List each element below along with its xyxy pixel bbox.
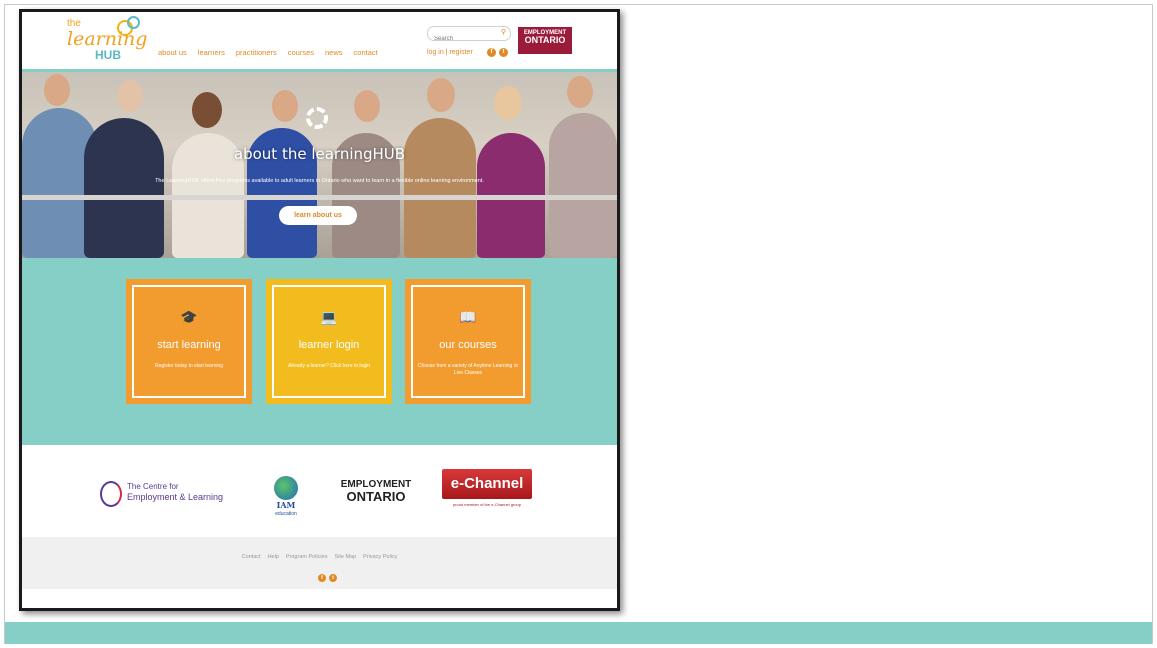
employment-ontario-partner-logo[interactable]: EMPLOYMENT ONTARIO: [334, 479, 418, 503]
footer-link-site-map[interactable]: Site Map: [334, 554, 356, 560]
footer-link-program-policies[interactable]: Program Policies: [286, 554, 328, 560]
slide-bottom-band: [5, 622, 1152, 644]
facebook-icon[interactable]: f: [318, 574, 326, 582]
search-box: ⚲: [427, 26, 511, 45]
website-screenshot: the learning HUB about us learners pract…: [19, 9, 620, 611]
logo-learning: learning: [67, 28, 148, 50]
tile-subtitle: Register today to start learning: [154, 363, 224, 369]
search-icon[interactable]: ⚲: [501, 28, 506, 36]
graduation-cap-icon: 🎓: [180, 309, 198, 325]
nav-courses[interactable]: courses: [288, 48, 314, 57]
search-input[interactable]: [428, 33, 494, 45]
learninghub-logo[interactable]: the learning HUB: [65, 16, 148, 64]
nav-practitioners[interactable]: practitioners: [236, 48, 277, 57]
footer-link-help[interactable]: Help: [268, 554, 279, 560]
tile-title: our courses: [439, 339, 497, 351]
tile-start-learning[interactable]: 🎓 start learning Register today to start…: [126, 279, 252, 404]
main-nav: about us learners practitioners courses …: [158, 48, 378, 57]
tiles-section: 🎓 start learning Register today to start…: [22, 258, 617, 445]
header-social: f t: [487, 48, 508, 57]
book-icon: 📖: [459, 309, 477, 325]
tile-our-courses[interactable]: 📖 our courses Choose from a variety of A…: [405, 279, 531, 404]
eo-partner-line2: ONTARIO: [346, 489, 406, 504]
tile-subtitle: Choose from a variety of Anytime Learnin…: [417, 363, 519, 376]
twitter-icon[interactable]: t: [329, 574, 337, 582]
site-header: the learning HUB about us learners pract…: [22, 12, 617, 72]
hero-title: about the learningHUB: [233, 145, 406, 163]
tile-subtitle: Already a learner? Click here to login: [288, 363, 370, 369]
footer-links: Contact Help Program Policies Site Map P…: [22, 554, 617, 560]
tile-learner-login[interactable]: 💻 learner login Already a learner? Click…: [266, 279, 392, 404]
centre-logo-line2: Employment & Learning: [127, 492, 224, 502]
tile-title: start learning: [157, 339, 221, 351]
footer-link-contact[interactable]: Contact: [242, 554, 261, 560]
partner-logos: The Centre for Employment & Learning IAM…: [22, 445, 617, 537]
globe-icon: [274, 476, 298, 500]
nav-about-us[interactable]: about us: [158, 48, 187, 57]
login-register-link[interactable]: log in | register: [427, 49, 473, 56]
e-channel-logo[interactable]: e-Channel: [442, 469, 532, 499]
employment-ontario-logo[interactable]: EMPLOYMENT ONTARIO: [518, 27, 572, 54]
hero-banner: about the learningHUB The LearningHUB of…: [22, 72, 617, 258]
iam-logo-text: IAM: [276, 500, 296, 510]
centre-employment-learning-logo[interactable]: The Centre for Employment & Learning: [100, 479, 240, 513]
nav-contact[interactable]: contact: [354, 48, 378, 57]
gear-icon: [306, 107, 328, 129]
iam-logo-sub: education: [275, 511, 297, 517]
eo-logo-line2: ONTARIO: [524, 35, 566, 45]
tile-title: learner login: [298, 339, 360, 351]
logo-hub: HUB: [95, 48, 121, 62]
laptop-icon: 💻: [320, 309, 338, 325]
e-channel-tagline: proud member of the e-Channel group: [452, 502, 522, 507]
centre-swirl-icon: [100, 481, 122, 507]
railing: [22, 195, 617, 200]
site-footer: Contact Help Program Policies Site Map P…: [22, 537, 617, 589]
centre-logo-line1: The Centre for: [127, 482, 179, 491]
iam-education-logo[interactable]: IAM education: [268, 468, 304, 518]
nav-news[interactable]: news: [325, 48, 343, 57]
learn-about-us-button[interactable]: learn about us: [279, 206, 357, 225]
facebook-icon[interactable]: f: [487, 48, 496, 57]
nav-learners[interactable]: learners: [198, 48, 225, 57]
twitter-icon[interactable]: t: [499, 48, 508, 57]
footer-link-privacy-policy[interactable]: Privacy Policy: [363, 554, 397, 560]
hero-subtitle: The LearningHUB offers free programs ava…: [155, 178, 484, 184]
footer-social: f t: [318, 574, 337, 582]
